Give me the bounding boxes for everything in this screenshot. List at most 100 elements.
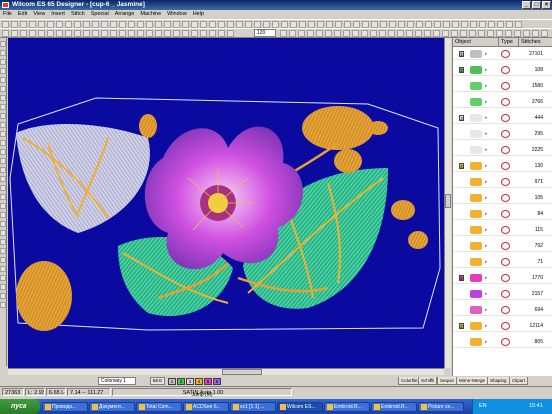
toolbar-button[interactable] [20, 21, 27, 28]
toolbar-button[interactable] [488, 21, 495, 28]
toolbar-button[interactable] [362, 21, 369, 28]
toolbar-button[interactable] [434, 21, 441, 28]
bkg-button[interactable]: BKG [150, 377, 165, 385]
tool-button[interactable] [0, 68, 6, 74]
object-row[interactable]: 3 ▸ 444 [453, 112, 552, 124]
toolbar-button[interactable] [20, 30, 27, 37]
toolbar-button[interactable] [74, 30, 81, 37]
toolbar-button[interactable] [209, 30, 216, 37]
vertical-scrollbar[interactable] [444, 38, 451, 368]
color-swatch[interactable]: 1 [168, 378, 176, 385]
toolbar-button[interactable] [155, 21, 162, 28]
horizontal-scrollbar[interactable] [8, 368, 444, 375]
tab-shaping[interactable]: Shaping [487, 377, 510, 385]
toolbar-button[interactable] [218, 30, 225, 37]
taskbar-button[interactable]: ACDSee 6... [183, 402, 229, 412]
tool-button[interactable] [0, 275, 6, 281]
expand-icon[interactable]: ▸ [485, 243, 490, 249]
toolbar-button[interactable] [406, 30, 413, 37]
toolbar-button[interactable] [29, 30, 36, 37]
toolbar-button[interactable] [254, 21, 261, 28]
expand-icon[interactable]: ▸ [485, 67, 490, 73]
tool-button[interactable] [0, 41, 6, 47]
toolbar-button[interactable] [182, 21, 189, 28]
toolbar-button[interactable] [236, 21, 243, 28]
tool-button[interactable] [0, 302, 6, 308]
toolbar-button[interactable] [128, 30, 135, 37]
toolbar-button[interactable] [11, 21, 18, 28]
toolbar-button[interactable] [352, 30, 359, 37]
color-swatch[interactable]: 5 [204, 378, 212, 385]
taskbar-button[interactable]: Документ... [89, 402, 135, 412]
toolbar-button[interactable] [326, 21, 333, 28]
toolbar-button[interactable] [416, 21, 423, 28]
object-row[interactable]: ▸ 295 [453, 128, 552, 140]
header-stitches[interactable]: Stitches [519, 38, 552, 47]
toolbar-button[interactable] [506, 21, 513, 28]
taskbar-button[interactable]: Embroid.R... [371, 402, 417, 412]
tool-button[interactable] [0, 212, 6, 218]
color-swatch[interactable]: 4 [195, 378, 203, 385]
menu-file[interactable]: File [0, 10, 15, 19]
object-row[interactable]: ▸ 792 [453, 240, 552, 252]
toolbar-button[interactable] [334, 30, 341, 37]
toolbar-button[interactable] [47, 30, 54, 37]
tool-button[interactable] [0, 176, 6, 182]
toolbar-button[interactable] [155, 30, 162, 37]
toolbar-button[interactable] [173, 30, 180, 37]
toolbar-button[interactable] [380, 21, 387, 28]
expand-icon[interactable]: ▸ [485, 227, 490, 233]
tool-button[interactable] [0, 293, 6, 299]
toolbar-button[interactable] [335, 21, 342, 28]
start-button[interactable]: пуск [0, 399, 40, 414]
expand-icon[interactable]: ▸ [485, 307, 490, 313]
tool-button[interactable] [0, 194, 6, 200]
tool-button[interactable] [0, 122, 6, 128]
toolbar-button[interactable] [523, 30, 530, 37]
object-row[interactable]: 4 ▸ 130 [453, 160, 552, 172]
toolbar-button[interactable] [443, 21, 450, 28]
toolbar-button[interactable] [532, 30, 539, 37]
expand-icon[interactable]: ▸ [485, 323, 490, 329]
menu-help[interactable]: Help [190, 10, 207, 19]
toolbar-button[interactable] [388, 30, 395, 37]
taskbar-button[interactable]: sx1 [1:1] ... [230, 402, 276, 412]
toolbar-button[interactable] [74, 21, 81, 28]
taskbar-button[interactable]: Wilcom ES... [277, 402, 323, 412]
tab-sequin[interactable]: Sequin [437, 377, 458, 385]
toolbar-button[interactable] [425, 21, 432, 28]
toolbar-button[interactable] [316, 30, 323, 37]
object-row[interactable]: ▸ 115 [453, 224, 552, 236]
expand-icon[interactable]: ▸ [485, 211, 490, 217]
toolbar-button[interactable] [56, 30, 63, 37]
tool-button[interactable] [0, 131, 6, 137]
menu-edit[interactable]: Edit [15, 10, 30, 19]
menu-special[interactable]: Special [88, 10, 112, 19]
tool-button[interactable] [0, 167, 6, 173]
tab-schiffli[interactable]: Schiffli [418, 377, 438, 385]
design-canvas[interactable] [8, 38, 444, 368]
toolbar-button[interactable] [227, 30, 234, 37]
expand-icon[interactable]: ▸ [485, 339, 490, 345]
expand-icon[interactable]: ▸ [485, 275, 490, 281]
toolbar-button[interactable] [371, 21, 378, 28]
toolbar-button[interactable] [218, 21, 225, 28]
tool-button[interactable] [0, 266, 6, 272]
toolbar-button[interactable] [389, 21, 396, 28]
toolbar-button[interactable] [370, 30, 377, 37]
expand-icon[interactable]: ▸ [485, 51, 490, 57]
tool-button[interactable] [0, 59, 6, 65]
tab-clipart[interactable]: Clipart [509, 377, 529, 385]
toolbar-button[interactable] [263, 21, 270, 28]
expand-icon[interactable]: ▸ [485, 259, 490, 265]
toolbar-button[interactable] [451, 30, 458, 37]
toolbar-button[interactable] [272, 21, 279, 28]
close-button[interactable]: × [542, 1, 551, 9]
tool-button[interactable] [0, 50, 6, 56]
toolbar-button[interactable] [290, 21, 297, 28]
colorway-select[interactable]: Colorway 1 [98, 377, 136, 385]
menu-stitch[interactable]: Stitch [68, 10, 88, 19]
toolbar-button[interactable] [83, 21, 90, 28]
menu-window[interactable]: Window [164, 10, 190, 19]
toolbar-button[interactable] [191, 30, 198, 37]
